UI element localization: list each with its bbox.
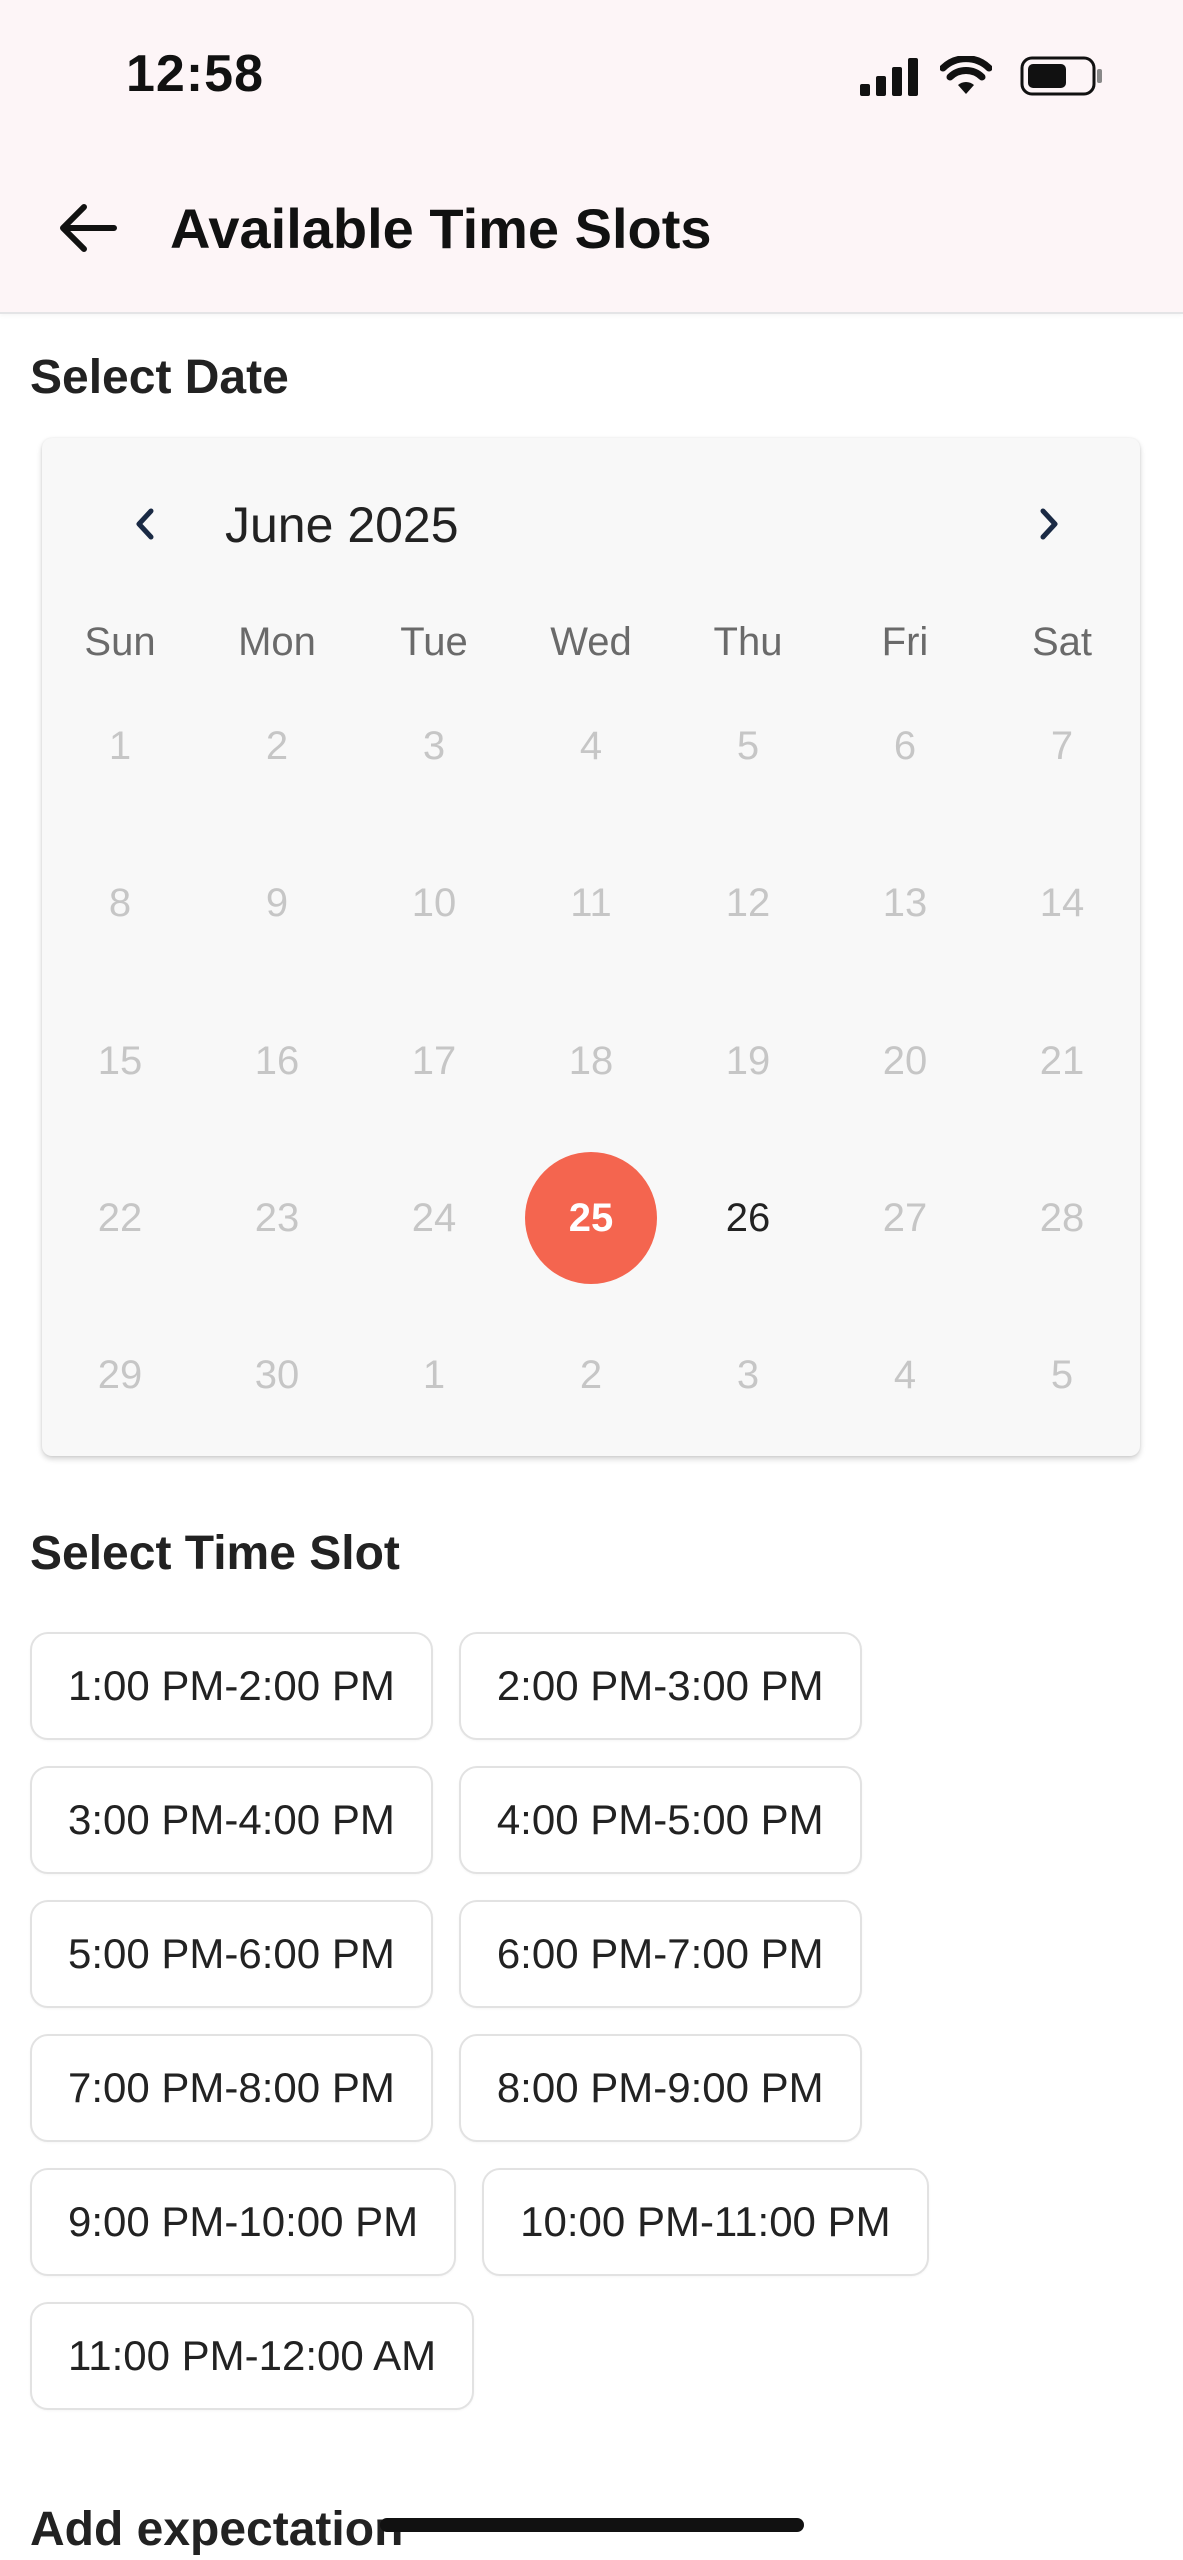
time-slot-button[interactable]: 1:00 PM-2:00 PM bbox=[30, 1632, 433, 1740]
back-button[interactable] bbox=[52, 192, 124, 264]
calendar-day: 3 bbox=[736, 1352, 760, 1397]
calendar-day: 20 bbox=[882, 1038, 928, 1083]
calendar-day: 6 bbox=[893, 723, 917, 768]
calendar-day: 5 bbox=[736, 723, 760, 768]
calendar-day: 29 bbox=[97, 1352, 143, 1397]
calendar: June 2025 Sun Mon Tue Wed Thu Fri Sat 12345678… bbox=[42, 438, 1140, 1456]
calendar-day: 8 bbox=[108, 880, 132, 925]
home-indicator bbox=[380, 2518, 804, 2532]
time-slot-button[interactable]: 5:00 PM-6:00 PM bbox=[30, 1900, 433, 2008]
time-slot-row: 9:00 PM-10:00 PM 10:00 PM-11:00 PM bbox=[30, 2168, 1150, 2276]
weekday-fri: Fri bbox=[881, 620, 929, 664]
calendar-day: 16 bbox=[254, 1038, 300, 1083]
time-slot-button[interactable]: 8:00 PM-9:00 PM bbox=[458, 2034, 862, 2142]
calendar-day: 10 bbox=[411, 880, 457, 925]
calendar-day: 15 bbox=[97, 1038, 143, 1083]
top-bar: 12:58 Available Time Slots bbox=[0, 0, 1183, 314]
time-slot-row: 1:00 PM-2:00 PM 2:00 PM-3:00 PM bbox=[30, 1632, 1150, 1740]
time-slot-button[interactable]: 10:00 PM-11:00 PM bbox=[482, 2168, 929, 2276]
page-title: Available Time Slots bbox=[170, 197, 712, 260]
calendar-day: 9 bbox=[265, 880, 289, 925]
chevron-right-icon bbox=[1040, 508, 1058, 540]
time-slot-row: 11:00 PM-12:00 AM bbox=[30, 2302, 1150, 2410]
weekday-tue: Tue bbox=[400, 620, 468, 664]
calendar-day: 19 bbox=[725, 1038, 771, 1083]
select-time-slot-heading: Select Time Slot bbox=[30, 1527, 400, 1580]
time-slot-button[interactable]: 4:00 PM-5:00 PM bbox=[458, 1766, 862, 1874]
calendar-day: 4 bbox=[893, 1352, 917, 1397]
calendar-day: 22 bbox=[97, 1195, 143, 1240]
calendar-day: 17 bbox=[411, 1038, 457, 1083]
calendar-day: 7 bbox=[1050, 723, 1074, 768]
calendar-day[interactable]: 26 bbox=[682, 1152, 814, 1284]
time-slot-button[interactable]: 9:00 PM-10:00 PM bbox=[30, 2168, 457, 2276]
time-slot-row: 3:00 PM-4:00 PM 4:00 PM-5:00 PM bbox=[30, 1766, 1150, 1874]
time-slot-row: 7:00 PM-8:00 PM 8:00 PM-9:00 PM bbox=[30, 2034, 1150, 2142]
status-icons bbox=[860, 54, 1110, 102]
time-slot-button[interactable]: 6:00 PM-7:00 PM bbox=[458, 1900, 862, 2008]
time-slot-button[interactable]: 2:00 PM-3:00 PM bbox=[458, 1632, 862, 1740]
status-time: 12:58 bbox=[126, 45, 264, 103]
chevron-left-icon bbox=[136, 508, 154, 540]
time-slot-button[interactable]: 7:00 PM-8:00 PM bbox=[30, 2034, 433, 2142]
calendar-day: 1 bbox=[108, 723, 132, 768]
calendar-day: 13 bbox=[882, 880, 928, 925]
calendar-day: 18 bbox=[568, 1038, 614, 1083]
calendar-day: 27 bbox=[882, 1195, 928, 1240]
calendar-day: 12 bbox=[725, 880, 771, 925]
weekday-thu: Thu bbox=[713, 620, 783, 664]
calendar-month-label: June 2025 bbox=[225, 497, 459, 553]
calendar-day: 14 bbox=[1039, 880, 1085, 925]
time-slot-list: 1:00 PM-2:00 PM 2:00 PM-3:00 PM 3:00 PM-4:… bbox=[30, 1632, 1150, 2436]
cellular-signal-icon bbox=[860, 58, 918, 96]
calendar-day: 30 bbox=[254, 1352, 300, 1397]
time-slot-row: 5:00 PM-6:00 PM 6:00 PM-7:00 PM bbox=[30, 1900, 1150, 2008]
calendar-day: 1 bbox=[422, 1352, 446, 1397]
time-slot-button[interactable]: 11:00 PM-12:00 AM bbox=[30, 2302, 475, 2410]
calendar-day: 5 bbox=[1050, 1352, 1074, 1397]
calendar-day: 21 bbox=[1039, 1038, 1085, 1083]
previous-month-button[interactable] bbox=[116, 494, 176, 554]
select-date-heading: Select Date bbox=[30, 351, 289, 404]
calendar-day: 2 bbox=[265, 723, 289, 768]
calendar-day: 3 bbox=[422, 723, 446, 768]
weekday-sat: Sat bbox=[1031, 620, 1093, 664]
calendar-day: 4 bbox=[579, 723, 603, 768]
time-slot-button[interactable]: 3:00 PM-4:00 PM bbox=[30, 1766, 433, 1874]
weekday-sun: Sun bbox=[84, 620, 156, 664]
next-month-button[interactable] bbox=[1018, 494, 1078, 554]
calendar-day-selected[interactable]: 25 bbox=[525, 1152, 657, 1284]
weekday-wed: Wed bbox=[550, 620, 632, 664]
weekday-mon: Mon bbox=[238, 620, 316, 664]
add-expectation-heading: Add expectation bbox=[30, 2503, 404, 2556]
calendar-day: 23 bbox=[254, 1195, 300, 1240]
weekday-header: Sun Mon Tue Wed Thu Fri Sat bbox=[42, 620, 1140, 680]
calendar-day: 2 bbox=[579, 1352, 603, 1397]
calendar-day: 24 bbox=[411, 1195, 457, 1240]
battery-icon bbox=[1020, 56, 1102, 96]
calendar-day: 11 bbox=[570, 880, 612, 925]
wifi-icon bbox=[940, 56, 992, 94]
arrow-left-icon bbox=[60, 204, 117, 252]
calendar-day: 28 bbox=[1039, 1195, 1085, 1240]
